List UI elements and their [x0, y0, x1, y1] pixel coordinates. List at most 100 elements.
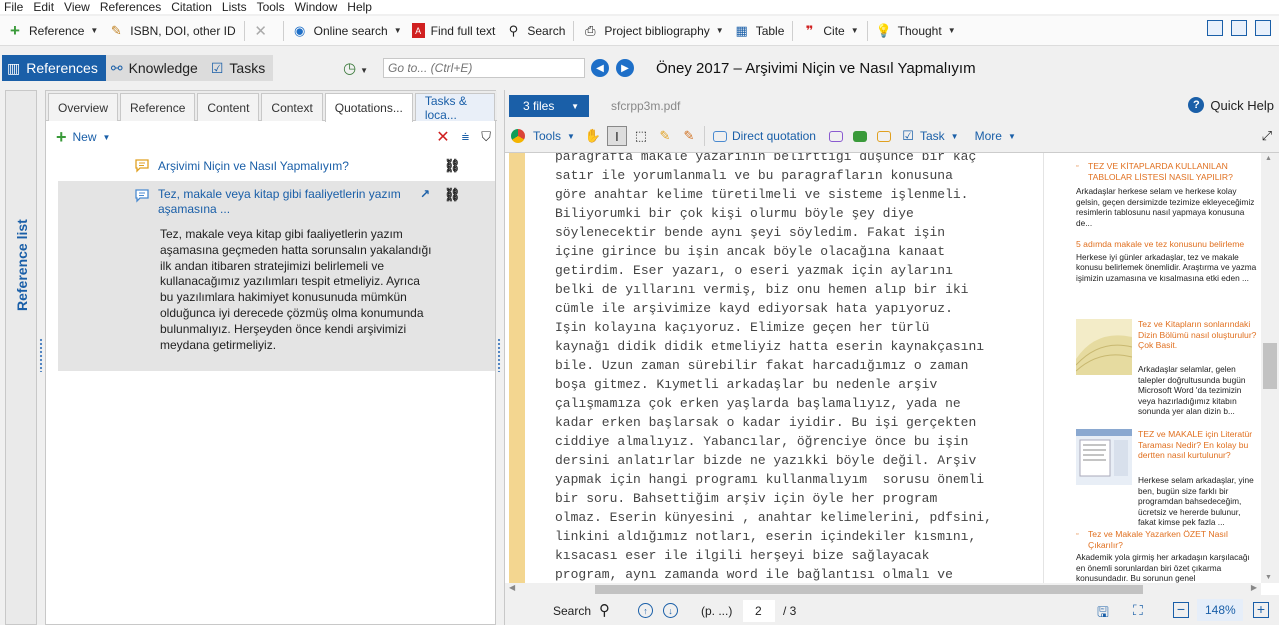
summary-icon[interactable]: [850, 126, 870, 146]
pdf-page[interactable]: paragrafta makale yazarının belirttiği d…: [505, 152, 1279, 595]
fullscreen-icon[interactable]: ⤢: [1262, 128, 1272, 144]
list-item[interactable]: Arşivimi Niçin ve Nasıl Yapmalıyım? ⛓: [58, 155, 495, 179]
list-item[interactable]: Tez, makale veya kitap gibi faaliyetleri…: [58, 181, 495, 371]
task-menu[interactable]: Task: [920, 129, 945, 143]
tools-menu[interactable]: Tools: [533, 129, 561, 143]
chevron-down-icon[interactable]: ▼: [567, 132, 575, 141]
quick-help-button[interactable]: ? Quick Help: [1188, 97, 1274, 113]
pdf-line[interactable]: cümle ile arşivimize kayd ediyorsak hata…: [555, 299, 1025, 318]
comment-orange-icon[interactable]: [874, 126, 894, 146]
pdf-line[interactable]: söylenecektir bende aynı şeyi söyledim. …: [555, 223, 1025, 242]
pdf-line[interactable]: içine girince bu işin ancak böyle olacağ…: [555, 242, 1025, 261]
pdf-line[interactable]: yapmak için hangi programı kullanmalıyım…: [555, 470, 1025, 489]
page-number-input[interactable]: 2: [743, 600, 775, 622]
menu-edit[interactable]: Edit: [28, 0, 59, 14]
search-label[interactable]: Search: [553, 604, 591, 618]
highlight-orange-icon[interactable]: ✎: [679, 126, 699, 146]
chevron-down-icon[interactable]: ▼: [716, 26, 724, 35]
area-select-icon[interactable]: ⬚: [631, 126, 651, 146]
menu-tools[interactable]: Tools: [252, 0, 290, 14]
goto-input[interactable]: [383, 58, 585, 78]
tab-overview[interactable]: Overview: [48, 93, 119, 121]
layout-split-center-icon[interactable]: [1231, 20, 1247, 36]
vertical-scrollbar[interactable]: ▲ ▼: [1261, 153, 1279, 583]
scroll-thumb[interactable]: [1263, 343, 1277, 389]
sort-icon[interactable]: ⩧: [462, 129, 470, 145]
chevron-down-icon[interactable]: ▼: [851, 26, 859, 35]
pdf-line[interactable]: çalışmamıza çok erken yaşlarda başlamalı…: [555, 394, 1025, 413]
zoom-level[interactable]: 148%: [1197, 599, 1243, 621]
pdf-line[interactable]: dersini anlatırlar bizde ne yazıkki böyl…: [555, 451, 1025, 470]
project-bibliography-button[interactable]: ⎙ Project bibliography ▼: [577, 19, 728, 43]
pdf-line[interactable]: kadar erken başlarsak o kadar iyidir. Bu…: [555, 413, 1025, 432]
chevron-down-icon[interactable]: ▼: [951, 132, 959, 141]
thought-button[interactable]: 💡 Thought ▼: [871, 19, 961, 43]
pdf-line[interactable]: kaynağı didik didik etmeliyiz hatta eser…: [555, 337, 1025, 356]
horizontal-scrollbar[interactable]: ◀ ▶: [505, 583, 1261, 595]
pdf-line[interactable]: bir soru. Bahsettiğim arşiv için öyle he…: [555, 489, 1025, 508]
tab-tasks[interactable]: ☑ Tasks: [206, 55, 273, 81]
highlight-yellow-icon[interactable]: ✎: [655, 126, 675, 146]
plus-icon[interactable]: +: [56, 128, 67, 146]
splitter-grip-icon[interactable]: [39, 338, 43, 372]
menu-file[interactable]: File: [0, 0, 28, 14]
side-article[interactable]: 5 adımda makale ve tez konusunu belirlem…: [1076, 239, 1260, 283]
chevron-down-icon[interactable]: ▼: [90, 26, 98, 35]
side-article[interactable]: Tez ve Makale Yazarken ÖZET Nasıl Çıkarı…: [1088, 529, 1260, 550]
cite-button[interactable]: ❞ Cite ▼: [796, 19, 863, 43]
menu-view[interactable]: View: [59, 0, 95, 14]
link-icon[interactable]: ⛓: [444, 158, 461, 174]
pdf-line[interactable]: getirdim. Eser yazarı, o eseri yazmak iç…: [555, 261, 1025, 280]
tab-references[interactable]: ▥ References: [2, 55, 106, 81]
delete-icon[interactable]: ✕: [436, 127, 449, 147]
chevron-down-icon[interactable]: ▼: [948, 26, 956, 35]
pdf-line[interactable]: Işin kolayına kaçıyoruz. Elimize geçen h…: [555, 318, 1025, 337]
splitter-grip-icon[interactable]: [497, 338, 501, 372]
reference-list-panel[interactable]: Reference list: [5, 90, 37, 625]
link-icon[interactable]: ⛓: [444, 187, 461, 203]
external-link-icon[interactable]: ↗: [420, 187, 430, 201]
pdf-line[interactable]: boşa gitmez. Kıymetli arkadaşlar bu nede…: [555, 375, 1025, 394]
layout-split-right-icon[interactable]: [1255, 20, 1271, 36]
new-quotation-button[interactable]: New: [73, 130, 97, 144]
pdf-line[interactable]: bile. Uzun zaman sürebilir fakat harcadı…: [555, 356, 1025, 375]
search-icon[interactable]: ⚲: [599, 601, 610, 619]
files-dropdown[interactable]: 3 files ▼: [509, 95, 589, 117]
add-reference-button[interactable]: + Reference ▼: [2, 19, 103, 43]
side-article[interactable]: TEZ VE KİTAPLARDA KULLANILAN TABLOLAR Lİ…: [1088, 161, 1260, 182]
chevron-down-icon[interactable]: ▼: [394, 26, 402, 35]
zoom-out-icon[interactable]: −: [1173, 602, 1189, 618]
scroll-up-icon[interactable]: ▲: [1265, 155, 1272, 162]
text-select-icon[interactable]: I: [606, 126, 627, 146]
menu-help[interactable]: Help: [342, 0, 377, 14]
tab-content[interactable]: Content: [197, 93, 260, 121]
tab-reference[interactable]: Reference: [120, 93, 196, 121]
direct-quotation-button[interactable]: Direct quotation: [732, 129, 816, 143]
find-full-text-button[interactable]: A Find full text: [407, 19, 501, 43]
menu-lists[interactable]: Lists: [217, 0, 252, 14]
tab-knowledge[interactable]: ⚯ Knowledge: [106, 55, 206, 81]
online-search-button[interactable]: ◉ Online search ▼: [287, 19, 407, 43]
menu-citation[interactable]: Citation: [166, 0, 217, 14]
task-icon[interactable]: ☑: [898, 126, 918, 146]
delete-button[interactable]: ✕: [248, 19, 280, 43]
table-button[interactable]: ▦ Table: [729, 19, 790, 43]
pdf-line[interactable]: program, aynı zamanda word ile bağlantıs…: [555, 565, 1025, 584]
pdf-line[interactable]: kısacası eser ile ilgili herşeyi bize sa…: [555, 546, 1025, 565]
zoom-in-icon[interactable]: +: [1253, 602, 1269, 618]
pdf-line[interactable]: paragrafta makale yazarının belirttiği d…: [555, 153, 1025, 166]
pdf-line[interactable]: göre anahtar kelime türetilmeli ve siste…: [555, 185, 1025, 204]
tab-quotations[interactable]: Quotations...: [324, 93, 413, 122]
tab-tasks-locations[interactable]: Tasks & loca...: [414, 93, 495, 122]
pdf-line[interactable]: Biliyorumki bir çok kişi olurmu böyle şe…: [555, 204, 1025, 223]
pdf-line[interactable]: ciddiye almalıyız. Yabancılar, öğrenciye…: [555, 432, 1025, 451]
isbn-doi-button[interactable]: ✎ ISBN, DOI, other ID: [103, 19, 240, 43]
chevron-down-icon[interactable]: ▼: [103, 133, 111, 142]
pdf-line[interactable]: linkini aldığımız notları, eserin içinde…: [555, 527, 1025, 546]
chevron-down-icon[interactable]: ▼: [1008, 132, 1016, 141]
more-menu[interactable]: More: [975, 129, 1002, 143]
tab-context[interactable]: Context: [261, 93, 323, 121]
menu-window[interactable]: Window: [290, 0, 343, 14]
next-hit-icon[interactable]: ↓: [663, 603, 678, 618]
save-icon[interactable]: 🖫: [1097, 602, 1109, 625]
